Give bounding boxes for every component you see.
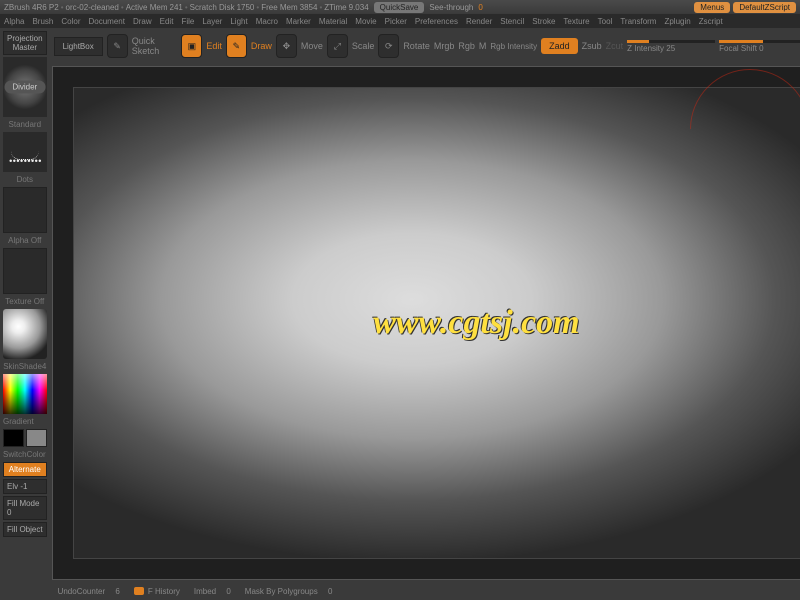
menu-marker[interactable]: Marker — [286, 17, 311, 26]
menus-button[interactable]: Menus — [694, 2, 730, 13]
focal-shift-value: 0 — [759, 44, 763, 53]
elv-value[interactable]: Elv -1 — [3, 479, 47, 494]
alternate-button[interactable]: Alternate — [3, 462, 47, 477]
menu-movie[interactable]: Movie — [355, 17, 376, 26]
menu-edit[interactable]: Edit — [160, 17, 174, 26]
quicksave-button[interactable]: QuickSave — [374, 2, 425, 13]
active-mem-value: 241 — [170, 3, 183, 12]
projection-master-button[interactable]: Projection Master — [3, 31, 47, 55]
pencil-icon: ✎ — [113, 41, 121, 52]
center-area: LightBox ✎ Quick Sketch ▣ Edit ✎ Draw ✥ … — [50, 28, 800, 600]
mask-polygroups-value[interactable]: 0 — [328, 587, 332, 596]
brush-selector[interactable]: Divider — [3, 57, 47, 117]
mrgb-button[interactable]: Mrgb — [434, 41, 455, 51]
menu-zscript[interactable]: Zscript — [699, 17, 723, 26]
app-name: ZBrush 4R6 P2 — [4, 3, 59, 12]
file-name: orc-02-cleaned — [66, 3, 119, 12]
watermark-text: www.cgtsj.com — [373, 304, 580, 342]
color-picker[interactable] — [3, 374, 47, 414]
history-indicator-icon — [134, 587, 144, 595]
menu-brush[interactable]: Brush — [32, 17, 53, 26]
color-swatches[interactable] — [3, 429, 47, 447]
menu-material[interactable]: Material — [319, 17, 347, 26]
move-icon: ✥ — [283, 41, 291, 52]
title-bar: ZBrush 4R6 P2 • orc-02-cleaned • Active … — [0, 0, 800, 14]
scale-button[interactable]: ⤢ — [327, 34, 348, 58]
menu-layer[interactable]: Layer — [202, 17, 222, 26]
alpha-label: Alpha Off — [3, 235, 47, 246]
rgb-button[interactable]: Rgb — [458, 41, 475, 51]
edit-icon: ▣ — [188, 41, 197, 52]
brush-name: Divider — [4, 81, 45, 94]
focal-shift-slider[interactable] — [719, 40, 800, 43]
menu-color[interactable]: Color — [61, 17, 80, 26]
draw-icon: ✎ — [233, 41, 241, 52]
material-selector[interactable] — [3, 309, 47, 359]
zsub-button[interactable]: Zsub — [582, 41, 602, 51]
edit-button[interactable]: ▣ — [181, 34, 202, 58]
menu-stroke[interactable]: Stroke — [532, 17, 555, 26]
move-button[interactable]: ✥ — [276, 34, 297, 58]
quicksketch-button[interactable]: ✎ — [107, 34, 128, 58]
lightbox-button[interactable]: LightBox — [54, 37, 103, 56]
texture-label: Texture Off — [3, 296, 47, 307]
menu-macro[interactable]: Macro — [256, 17, 278, 26]
z-intensity-slider[interactable] — [627, 40, 715, 43]
menu-transform[interactable]: Transform — [620, 17, 656, 26]
scale-icon: ⤢ — [334, 41, 341, 52]
rotate-icon: ⟳ — [385, 41, 393, 52]
stroke-selector[interactable] — [3, 132, 47, 172]
menu-bar: Alpha Brush Color Document Draw Edit Fil… — [0, 14, 800, 28]
material-label: SkinShade4 — [3, 361, 47, 372]
menu-stencil[interactable]: Stencil — [500, 17, 524, 26]
swatch-primary[interactable] — [3, 429, 24, 447]
fill-object-button[interactable]: Fill Object — [3, 522, 47, 537]
fill-mode-value[interactable]: Fill Mode 0 — [3, 496, 47, 520]
draw-button[interactable]: ✎ — [226, 34, 247, 58]
viewport-canvas[interactable]: www.cgtsj.com — [52, 66, 800, 580]
menu-texture[interactable]: Texture — [563, 17, 589, 26]
rotate-button[interactable]: ⟳ — [378, 34, 399, 58]
z-intensity-value: 25 — [666, 44, 675, 53]
menu-draw[interactable]: Draw — [133, 17, 152, 26]
imbed-value[interactable]: 0 — [226, 587, 230, 596]
texture-selector[interactable] — [3, 248, 47, 294]
top-toolbar: LightBox ✎ Quick Sketch ▣ Edit ✎ Draw ✥ … — [50, 28, 800, 64]
scratch-disk-value: 1750 — [237, 3, 255, 12]
switchcolor-label[interactable]: SwitchColor — [3, 449, 47, 460]
menu-file[interactable]: File — [181, 17, 194, 26]
free-mem-value: 3854 — [300, 3, 318, 12]
menu-document[interactable]: Document — [89, 17, 125, 26]
swatch-secondary[interactable] — [26, 429, 47, 447]
undo-counter-value: 6 — [115, 587, 119, 596]
menu-tool[interactable]: Tool — [598, 17, 613, 26]
left-tray: Projection Master Divider Standard Dots … — [0, 28, 50, 600]
ztime-value: 9.034 — [349, 3, 369, 12]
gradient-label: Gradient — [3, 416, 47, 427]
menu-render[interactable]: Render — [466, 17, 492, 26]
menu-zplugin[interactable]: Zplugin — [664, 17, 690, 26]
menu-light[interactable]: Light — [230, 17, 247, 26]
zcut-button[interactable]: Zcut — [606, 41, 624, 51]
menu-alpha[interactable]: Alpha — [4, 17, 24, 26]
m-button[interactable]: M — [479, 41, 487, 51]
menu-preferences[interactable]: Preferences — [415, 17, 458, 26]
default-zscript-button[interactable]: DefaultZScript — [733, 2, 796, 13]
brush-label: Standard — [3, 119, 47, 130]
bottom-bar: UndoCounter 6 F History Imbed 0 Mask By … — [50, 582, 800, 600]
zadd-button[interactable]: Zadd — [541, 38, 578, 54]
menu-picker[interactable]: Picker — [385, 17, 407, 26]
alpha-selector[interactable] — [3, 187, 47, 233]
seethrough-value[interactable]: 0 — [478, 3, 482, 12]
history-button[interactable]: F History — [148, 587, 180, 596]
stroke-label: Dots — [3, 174, 47, 185]
